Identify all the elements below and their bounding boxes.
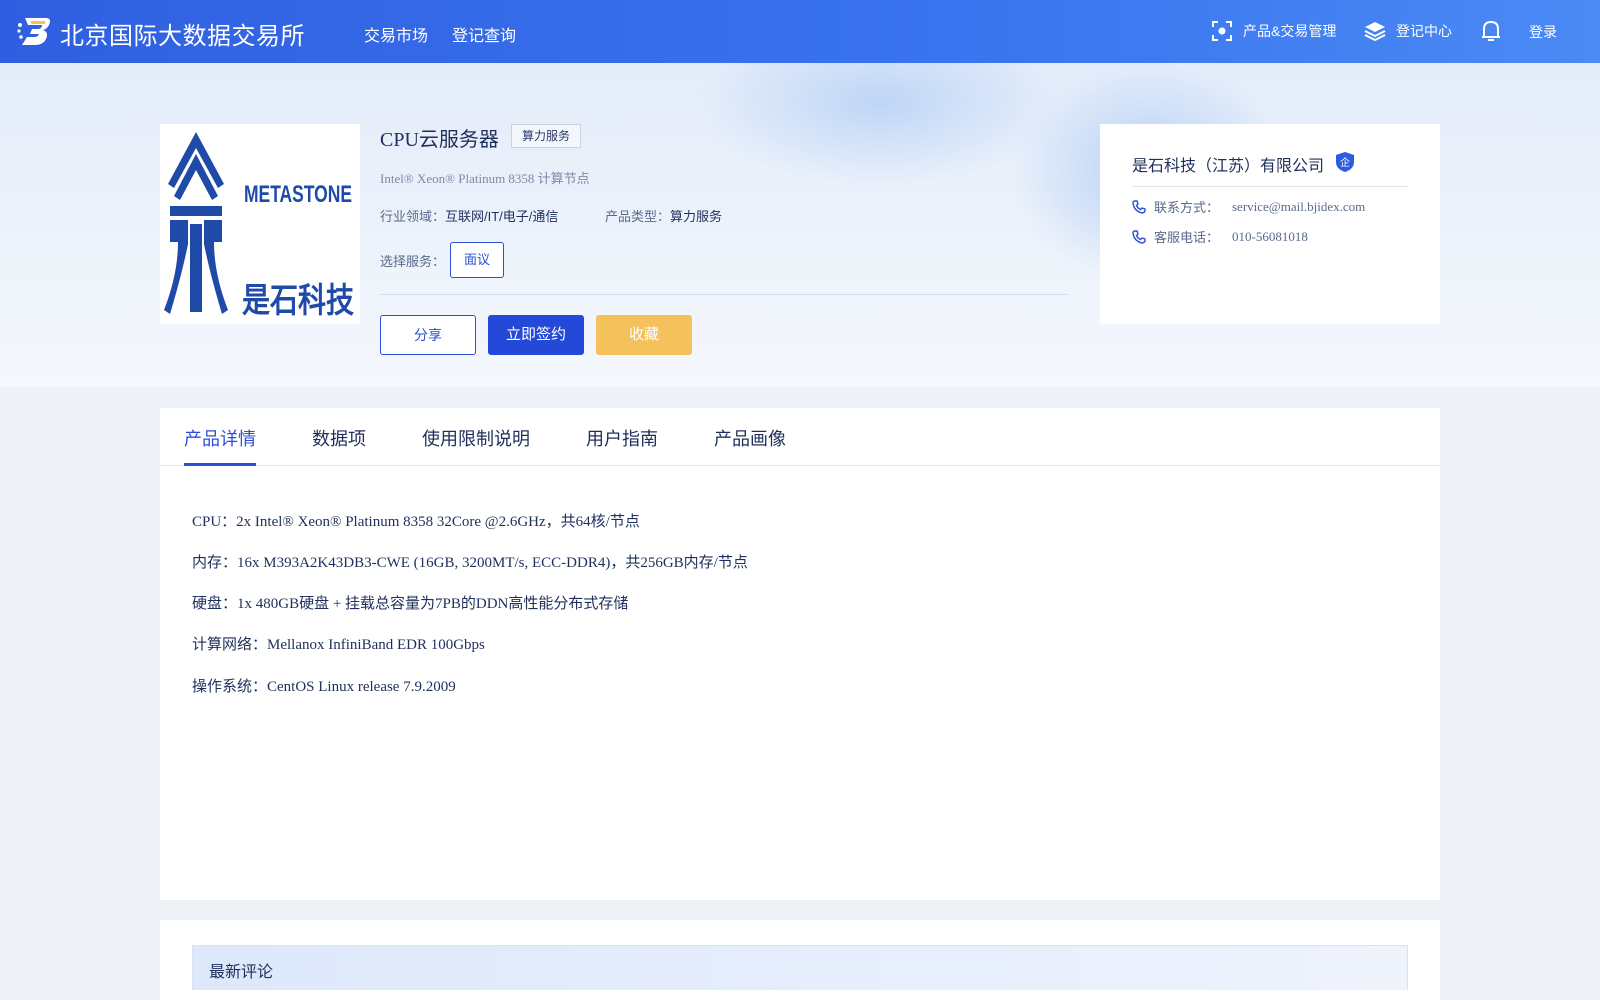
bell-icon[interactable] [1480, 19, 1502, 43]
spec-memory: 内存：16x M393A2K43DB3-CWE (16GB, 3200MT/s,… [192, 555, 748, 571]
logo-wordmark-cn: 是石科技 [242, 281, 354, 321]
tab-user-guide[interactable]: 用户指南 [586, 425, 658, 451]
nav-product-trade-mgmt[interactable]: 产品&交易管理 [1211, 20, 1336, 42]
tab-product-details[interactable]: 产品详情 [184, 425, 256, 451]
company-card: 是石科技（江苏）有限公司 企 联系方式： service@mail.bjidex… [1100, 124, 1440, 324]
industry-field: 行业领域：互联网/IT/电子/通信 [380, 206, 558, 225]
active-tab-indicator [184, 463, 256, 466]
product-title: CPU云服务器 [380, 129, 499, 151]
industry-label: 行业领域： [380, 209, 446, 224]
product-image: METASTONE 是石科技 [160, 124, 360, 324]
top-nav-bar: 北京国际大数据交易所 交易市场 登记查询 产品&交易管理 登记中心 登录 [0, 0, 1600, 63]
logo-wordmark-en: METASTONE [244, 181, 352, 208]
layers-icon [1364, 22, 1386, 42]
product-subtitle: Intel® Xeon® Platinum 8358 计算节点 [380, 171, 590, 186]
enterprise-verified-icon: 企 [1336, 152, 1354, 172]
contact-email-row: 联系方式： service@mail.bjidex.com [1132, 197, 1365, 216]
phone-icon [1132, 229, 1146, 244]
metastone-logo: METASTONE 是石科技 [164, 132, 354, 321]
service-option-negotiable[interactable]: 面议 [450, 242, 504, 278]
share-button[interactable]: 分享 [380, 315, 476, 355]
contact-label: 联系方式： [1154, 200, 1220, 215]
product-type-label: 产品类型： [605, 209, 671, 224]
company-divider [1132, 186, 1408, 187]
nav-product-trade-mgmt-label: 产品&交易管理 [1243, 23, 1337, 39]
enterprise-badge-text: 企 [1340, 156, 1350, 169]
spec-network: 计算网络：Mellanox InfiniBand EDR 100Gbps [192, 637, 485, 653]
contact-email[interactable]: service@mail.bjidex.com [1232, 199, 1365, 215]
tab-data-items[interactable]: 数据项 [312, 425, 366, 451]
product-detail-panel: 产品详情 数据项 使用限制说明 用户指南 产品画像 CPU：2x Intel® … [160, 408, 1440, 900]
nav-registration-center-label: 登记中心 [1396, 23, 1452, 39]
login-link[interactable]: 登录 [1529, 22, 1557, 42]
comments-title: 最新评论 [209, 964, 274, 981]
phone-number: 010-56081018 [1232, 228, 1308, 244]
hero-divider [380, 294, 1068, 295]
nav-registration-query[interactable]: 登记查询 [452, 22, 516, 46]
contact-phone-row: 客服电话： 010-56081018 [1132, 227, 1308, 246]
product-type-value: 算力服务 [670, 209, 723, 224]
spec-os: 操作系统：CentOS Linux release 7.9.2009 [192, 679, 456, 695]
company-name[interactable]: 是石科技（江苏）有限公司 [1132, 152, 1324, 176]
tab-usage-restrictions[interactable]: 使用限制说明 [422, 425, 530, 451]
spec-cpu: CPU：2x Intel® Xeon® Platinum 8358 32Core… [192, 514, 640, 530]
nav-trade-market[interactable]: 交易市场 [364, 22, 428, 46]
sign-now-button[interactable]: 立即签约 [488, 315, 584, 355]
detail-tabs: 产品详情 数据项 使用限制说明 用户指南 产品画像 [160, 408, 1440, 466]
comments-panel: 最新评论 [160, 920, 1440, 1000]
industry-value: 互联网/IT/电子/通信 [445, 209, 559, 224]
comments-header: 最新评论 [192, 945, 1408, 990]
tab-product-profile[interactable]: 产品画像 [714, 425, 786, 451]
site-title[interactable]: 北京国际大数据交易所 [60, 16, 305, 51]
logo-b-icon[interactable] [16, 15, 52, 47]
product-category-tag: 算力服务 [511, 124, 582, 148]
scan-frame-icon [1212, 21, 1232, 41]
nav-registration-center[interactable]: 登记中心 [1364, 20, 1452, 42]
product-type-field: 产品类型：算力服务 [605, 206, 722, 225]
phone-label: 客服电话： [1154, 230, 1220, 245]
favorite-button[interactable]: 收藏 [596, 315, 692, 355]
service-label: 选择服务： [380, 254, 446, 269]
phone-icon [1132, 199, 1146, 214]
spec-disk: 硬盘：1x 480GB硬盘 + 挂载总容量为7PB的DDN高性能分布式存储 [192, 596, 629, 612]
